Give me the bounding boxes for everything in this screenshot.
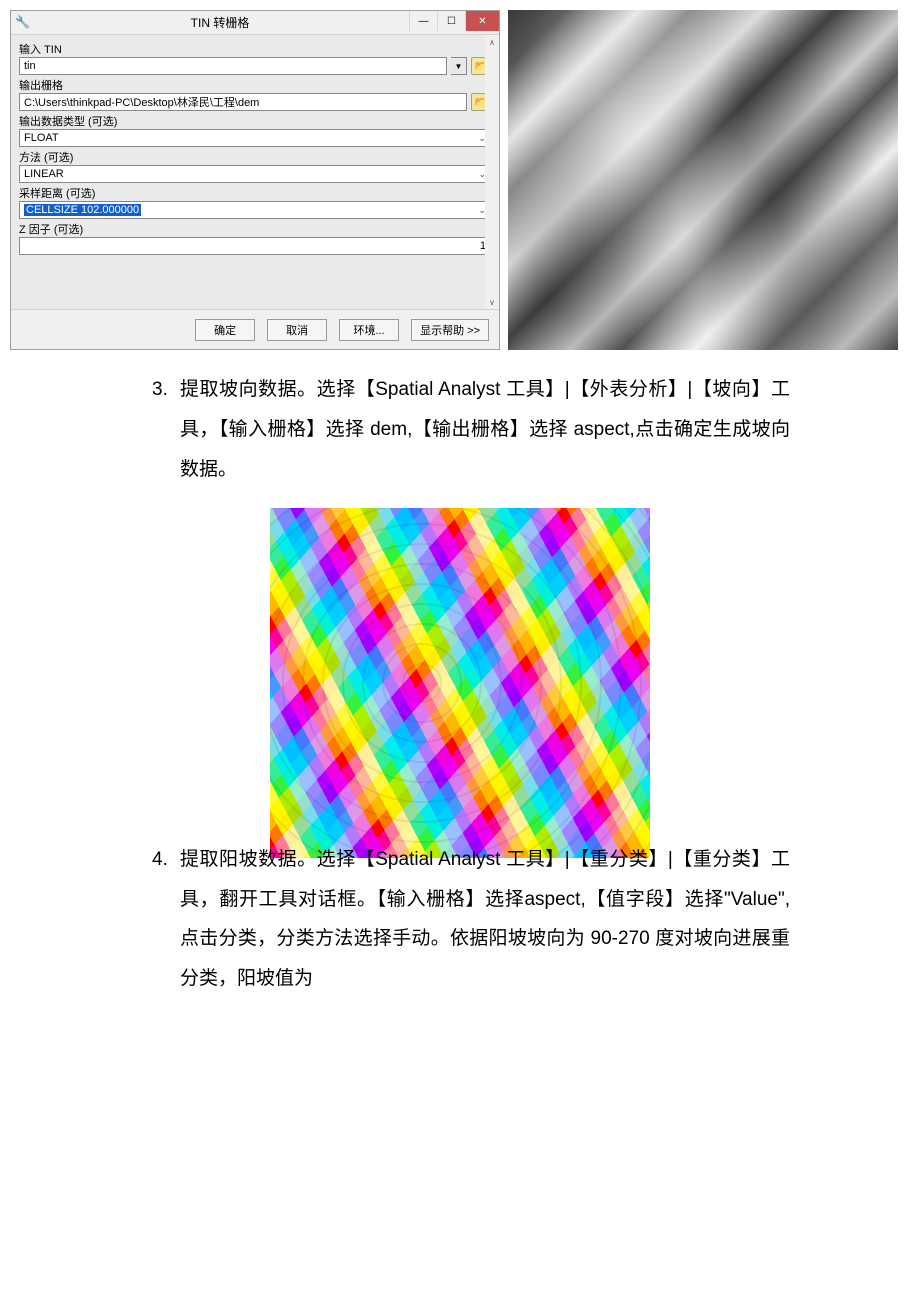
dem-raster-image [508, 10, 898, 350]
step-4-num: 4. [152, 840, 168, 880]
titlebar: 🔧 TIN 转栅格 — ☐ ✕ [11, 11, 499, 35]
sampling-select[interactable]: CELLSIZE 102.000000⌄ [19, 201, 491, 219]
minimize-button[interactable]: — [409, 11, 437, 31]
scroll-down-icon[interactable]: ∨ [485, 295, 499, 309]
step-3-text: 3. 提取坡向数据。选择【Spatial Analyst 工具】|【外表分析】|… [180, 370, 790, 490]
input-tin-field[interactable]: tin [19, 57, 447, 75]
output-type-label: 输出数据类型 (可选) [19, 113, 491, 129]
dialog-title: TIN 转栅格 [31, 14, 409, 31]
tool-icon: 🔧 [15, 15, 31, 31]
method-label: 方法 (可选) [19, 149, 491, 165]
scrollbar[interactable]: ∧ ∨ [485, 35, 499, 309]
ok-button[interactable]: 确定 [195, 319, 255, 341]
zfactor-field[interactable]: 1 [19, 237, 491, 255]
scroll-up-icon[interactable]: ∧ [485, 35, 499, 49]
step-3-num: 3. [152, 370, 168, 410]
input-tin-dropdown[interactable]: ▼ [451, 57, 467, 75]
aspect-raster-image [270, 508, 650, 858]
output-raster-field[interactable]: C:\Users\thinkpad-PC\Desktop\林泽民\工程\dem [19, 93, 467, 111]
env-button[interactable]: 环境... [339, 319, 399, 341]
zfactor-label: Z 因子 (可选) [19, 221, 491, 237]
maximize-button[interactable]: ☐ [437, 11, 465, 31]
help-button[interactable]: 显示帮助 >> [411, 319, 489, 341]
step-4-text: 4. 提取阳坡数据。选择【Spatial Analyst 工具】|【重分类】|【… [180, 840, 790, 1000]
close-button[interactable]: ✕ [465, 11, 499, 31]
cancel-button[interactable]: 取消 [267, 319, 327, 341]
output-raster-label: 输出栅格 [19, 77, 491, 93]
input-tin-label: 输入 TIN [19, 41, 491, 57]
output-type-select[interactable]: FLOAT⌄ [19, 129, 491, 147]
tin-to-raster-dialog: 🔧 TIN 转栅格 — ☐ ✕ 输入 TIN tin ▼ 📂 输出栅格 [10, 10, 500, 350]
method-select[interactable]: LINEAR⌄ [19, 165, 491, 183]
sampling-label: 采样距离 (可选) [19, 185, 491, 201]
